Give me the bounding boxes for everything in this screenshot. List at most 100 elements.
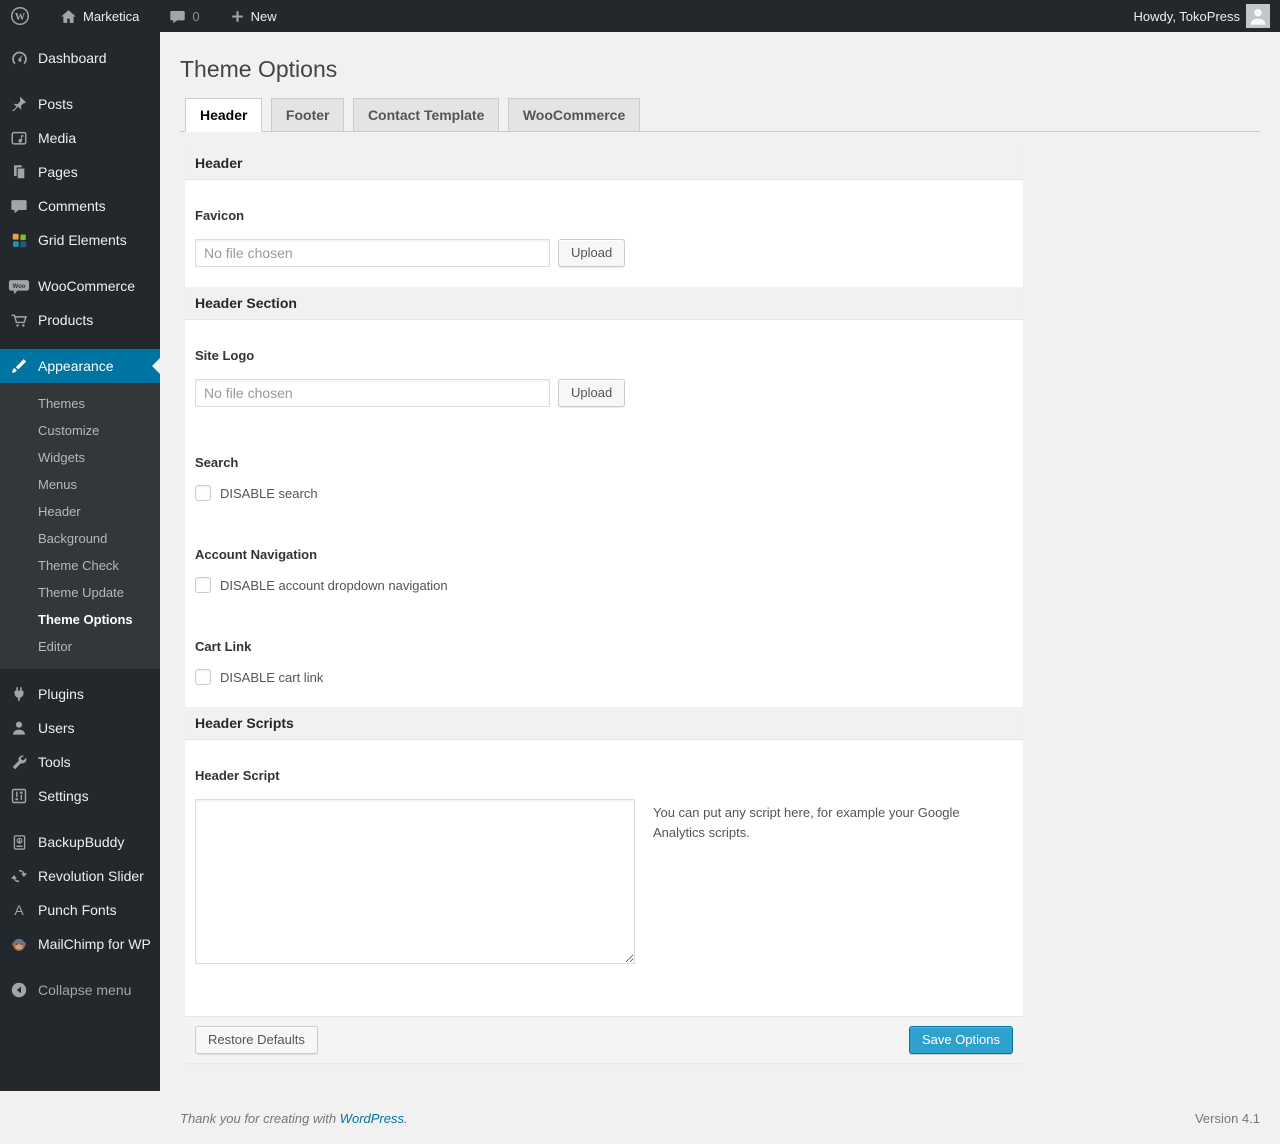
- sidebar-item-dashboard[interactable]: Dashboard: [0, 41, 160, 75]
- restore-defaults-button[interactable]: Restore Defaults: [195, 1026, 318, 1054]
- grid-elements-icon: [8, 230, 30, 250]
- appearance-brush-icon: [8, 356, 30, 376]
- letter-a-icon: A: [8, 900, 30, 920]
- mailchimp-monkey-icon: [8, 934, 30, 954]
- sidebar-item-pages[interactable]: Pages: [0, 155, 160, 189]
- new-content-menu[interactable]: New: [220, 0, 287, 32]
- version-label: Version 4.1: [1195, 1111, 1260, 1126]
- sidebar-item-label: Grid Elements: [38, 232, 127, 248]
- submenu-item-background[interactable]: Background: [0, 525, 160, 552]
- wordpress-logo-icon: W: [10, 6, 30, 26]
- tab-contact-template[interactable]: Contact Template: [353, 98, 499, 131]
- sidebar-item-label: Pages: [38, 164, 78, 180]
- submenu-item-editor[interactable]: Editor: [0, 633, 160, 660]
- sidebar-item-products[interactable]: Products: [0, 303, 160, 337]
- new-label: New: [251, 9, 277, 24]
- site-logo-file-input[interactable]: [195, 379, 550, 407]
- submenu-item-customize[interactable]: Customize: [0, 417, 160, 444]
- favicon-file-input[interactable]: [195, 239, 550, 267]
- pages-icon: [8, 162, 30, 182]
- sidebar-item-label: Tools: [38, 754, 71, 770]
- dashboard-icon: [8, 48, 30, 68]
- wordpress-logo-menu[interactable]: W: [0, 0, 40, 32]
- tab-header[interactable]: Header: [185, 98, 262, 132]
- header-script-label: Header Script: [195, 740, 1013, 783]
- comment-bubble-icon: [169, 8, 186, 25]
- disable-account-nav-checkbox[interactable]: [195, 577, 211, 593]
- submenu-item-header[interactable]: Header: [0, 498, 160, 525]
- sidebar-item-plugins[interactable]: Plugins: [0, 677, 160, 711]
- tab-footer[interactable]: Footer: [271, 98, 345, 131]
- collapse-menu-button[interactable]: Collapse menu: [0, 973, 160, 1007]
- sidebar-item-label: WooCommerce: [38, 278, 135, 294]
- svg-text:W: W: [15, 12, 26, 23]
- theme-options-panel: Header Favicon Upload Header Section Sit…: [185, 147, 1023, 1063]
- submenu-item-theme-check[interactable]: Theme Check: [0, 552, 160, 579]
- pin-icon: [8, 94, 30, 114]
- comment-count: 0: [192, 9, 199, 24]
- header-script-help-text: You can put any script here, for example…: [653, 799, 973, 964]
- sidebar-item-label: Media: [38, 130, 76, 146]
- main-content: Theme Options Header Footer Contact Temp…: [160, 0, 1280, 1144]
- sidebar-item-label: Users: [38, 720, 75, 736]
- page-title: Theme Options: [180, 55, 1260, 84]
- section-header: Header: [185, 147, 1023, 180]
- collapse-arrow-icon: [8, 980, 30, 1000]
- sidebar-item-woocommerce[interactable]: Woo WooCommerce: [0, 269, 160, 303]
- sidebar-item-tools[interactable]: Tools: [0, 745, 160, 779]
- site-logo-upload-button[interactable]: Upload: [558, 379, 625, 407]
- section-header-section: Header Section: [185, 287, 1023, 320]
- sidebar-item-label: Settings: [38, 788, 89, 804]
- tab-woocommerce[interactable]: WooCommerce: [508, 98, 640, 131]
- rotate-arrows-icon: [8, 866, 30, 886]
- plus-icon: [230, 9, 245, 24]
- sidebar-item-label: Dashboard: [38, 50, 107, 66]
- submenu-item-widgets[interactable]: Widgets: [0, 444, 160, 471]
- sidebar-item-label: Punch Fonts: [38, 902, 117, 918]
- avatar: [1246, 4, 1270, 28]
- header-script-textarea[interactable]: [195, 799, 635, 964]
- sidebar-item-backupbuddy[interactable]: BackupBuddy: [0, 825, 160, 859]
- account-navigation-label: Account Navigation: [195, 519, 1013, 562]
- sidebar-item-media[interactable]: Media: [0, 121, 160, 155]
- site-logo-label: Site Logo: [195, 320, 1013, 363]
- disable-search-checkbox[interactable]: [195, 485, 211, 501]
- save-options-button[interactable]: Save Options: [909, 1026, 1013, 1054]
- submenu-item-menus[interactable]: Menus: [0, 471, 160, 498]
- disable-cart-link-checkbox[interactable]: [195, 669, 211, 685]
- disable-cart-link-label: DISABLE cart link: [220, 670, 323, 685]
- submenu-item-theme-options[interactable]: Theme Options: [0, 606, 160, 633]
- section-header-scripts: Header Scripts: [185, 707, 1023, 740]
- sidebar-item-label: Appearance: [38, 358, 114, 374]
- sidebar-item-revolution-slider[interactable]: Revolution Slider: [0, 859, 160, 893]
- sidebar-item-punch-fonts[interactable]: A Punch Fonts: [0, 893, 160, 927]
- site-name-label: Marketica: [83, 9, 139, 24]
- favicon-upload-button[interactable]: Upload: [558, 239, 625, 267]
- sidebar-item-mailchimp[interactable]: MailChimp for WP: [0, 927, 160, 961]
- submenu-item-themes[interactable]: Themes: [0, 390, 160, 417]
- comments-menu[interactable]: 0: [159, 0, 209, 32]
- sidebar-item-appearance[interactable]: Appearance: [0, 349, 160, 383]
- wordpress-link[interactable]: WordPress: [340, 1111, 404, 1126]
- sidebar-item-label: Comments: [38, 198, 106, 214]
- sidebar-item-settings[interactable]: Settings: [0, 779, 160, 813]
- cart-link-label: Cart Link: [195, 611, 1013, 654]
- footer-thanks-prefix: Thank you for creating with: [180, 1111, 340, 1126]
- search-label: Search: [195, 427, 1013, 470]
- sidebar-item-users[interactable]: Users: [0, 711, 160, 745]
- my-account-menu[interactable]: Howdy, TokoPress: [1124, 0, 1280, 32]
- admin-bar: W Marketica 0 New Howdy, TokoPress: [0, 0, 1280, 32]
- cart-icon: [8, 310, 30, 330]
- submenu-item-theme-update[interactable]: Theme Update: [0, 579, 160, 606]
- sidebar-item-posts[interactable]: Posts: [0, 87, 160, 121]
- sidebar-item-comments[interactable]: Comments: [0, 189, 160, 223]
- sidebar-item-grid-elements[interactable]: Grid Elements: [0, 223, 160, 257]
- sidebar-item-label: Revolution Slider: [38, 868, 144, 884]
- site-name-menu[interactable]: Marketica: [50, 0, 149, 32]
- page-footer: Thank you for creating with WordPress. V…: [180, 1111, 1260, 1144]
- user-icon: [8, 718, 30, 738]
- collapse-menu-label: Collapse menu: [38, 982, 131, 998]
- disable-account-nav-label: DISABLE account dropdown navigation: [220, 578, 448, 593]
- woocommerce-icon: Woo: [8, 276, 30, 296]
- sidebar-item-label: Posts: [38, 96, 73, 112]
